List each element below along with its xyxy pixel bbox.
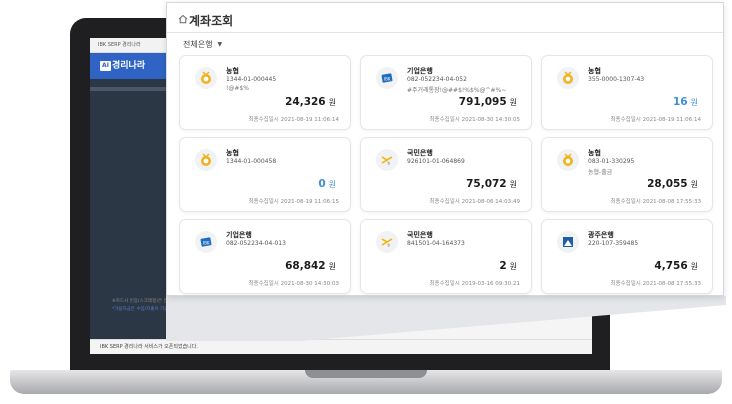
account-memo: 농협-출금 xyxy=(588,169,613,176)
ai-badge: AI xyxy=(100,61,111,71)
account-card[interactable]: b 국민은행 926101-01-064869 75,072 원 최종수집일시 2… xyxy=(360,137,532,212)
account-card[interactable]: 광주은행 220-107-359485 4,756 원 최종수집일시 2021-0… xyxy=(541,219,713,294)
last-updated: 최종수집일시 2021-08-19 11:06:14 xyxy=(610,117,701,123)
account-number: 082-052234-04-013 xyxy=(226,240,286,247)
bank-name: 농협 xyxy=(588,67,601,75)
account-number: 355-0000-1307-43 xyxy=(588,76,645,83)
account-card[interactable]: 농협 1344-01-000458 0원 최종수집일시 2021-08-19 1… xyxy=(179,137,351,212)
last-updated: 최종수집일시 2021-08-30 14:30:03 xyxy=(248,281,339,287)
balance: 2원 xyxy=(499,260,517,272)
bank-filter-dropdown[interactable]: 전체은행 ▼ xyxy=(183,39,222,50)
balance: 24,326 원 xyxy=(285,96,336,108)
bank-name: 기업은행 xyxy=(407,67,433,75)
panel-header: 계좌조회 xyxy=(167,3,723,33)
status-bar: IBK SERP 경리나라 서비스가 오픈되었습니다. xyxy=(90,339,592,354)
kb-bank-icon: b xyxy=(376,231,398,253)
balance: 75,072 원 xyxy=(466,178,517,190)
home-icon xyxy=(178,14,188,24)
kb-bank-icon: b xyxy=(376,149,398,171)
app-sidebar: AI 경리나라 xyxy=(90,53,166,339)
kj-bank-icon xyxy=(557,231,579,253)
account-card[interactable]: IBK 기업은행 082-052234-04-013 68,842 원 최종수집일… xyxy=(179,219,351,294)
bank-filter-label: 전체은행 xyxy=(183,40,213,49)
balance: 16 원 xyxy=(673,96,698,108)
balance: 0원 xyxy=(318,178,336,190)
account-number: 220-107-359485 xyxy=(588,240,639,247)
bank-name: 농협 xyxy=(226,149,239,157)
last-updated: 최종수집일시 2021-08-08 17:55:33 xyxy=(610,199,701,205)
svg-text:IBK: IBK xyxy=(203,241,210,246)
bank-name: 기업은행 xyxy=(226,231,252,239)
nh-bank-icon xyxy=(557,149,579,171)
balance: 68,842 원 xyxy=(285,260,336,272)
account-number: 082-052234-04-052 xyxy=(407,76,467,83)
last-updated: 최종수집일시 2021-08-30 14:30:05 xyxy=(429,117,520,123)
account-memo: #주거래통장!@##$!%$%@^#%~ xyxy=(407,87,507,94)
account-inquiry-panel: 계좌조회 전체은행 ▼ 농협 1344-01-000445 !@#$% 24,3… xyxy=(166,2,724,296)
account-card[interactable]: b 국민은행 841501-04-164373 2원 최종수집일시 2019-0… xyxy=(360,219,532,294)
account-memo: !@#$% xyxy=(226,85,249,92)
nh-bank-icon xyxy=(195,149,217,171)
svg-text:IBK: IBK xyxy=(384,77,391,82)
bank-name: 광주은행 xyxy=(588,231,614,239)
ibk-bank-icon: IBK xyxy=(195,231,217,253)
sidebar-menu-bar[interactable] xyxy=(90,87,166,91)
balance: 791,095 원 xyxy=(458,96,517,108)
last-updated: 최종수집일시 2019-03-16 09:30:21 xyxy=(429,281,520,287)
account-card[interactable]: 농협 355-0000-1307-43 16 원 최종수집일시 2021-08-1… xyxy=(541,55,713,130)
app-logo[interactable]: AI 경리나라 xyxy=(90,53,166,79)
svg-text:b: b xyxy=(388,161,391,166)
last-updated: 최종수집일시 2021-08-19 11:06:14 xyxy=(248,117,339,123)
brand-name: 경리나라 xyxy=(112,61,146,71)
account-number: 926101-01-064869 xyxy=(407,158,465,165)
account-card[interactable]: 농협 083-01-330295 농협-출금 28,055 원 최종수집일시 20… xyxy=(541,137,713,212)
account-number: 1344-01-000458 xyxy=(226,158,277,165)
balance: 4,756 원 xyxy=(654,260,698,272)
page-title: 계좌조회 xyxy=(189,14,234,28)
last-updated: 최종수집일시 2021-08-08 17:55:33 xyxy=(610,281,701,287)
laptop-notch xyxy=(305,370,427,378)
account-number: 083-01-330295 xyxy=(588,158,635,165)
account-number: 841501-04-164373 xyxy=(407,240,465,247)
account-card[interactable]: IBK 기업은행 082-052234-04-052 #주거래통장!@##$!%… xyxy=(360,55,532,130)
nh-bank-icon xyxy=(195,67,217,89)
svg-text:b: b xyxy=(388,243,391,248)
bank-name: 농협 xyxy=(588,149,601,157)
last-updated: 최종수집일시 2021-08-06 14:03:49 xyxy=(429,199,520,205)
bank-name: 국민은행 xyxy=(407,149,433,157)
chevron-down-icon: ▼ xyxy=(217,41,223,48)
ibk-bank-icon: IBK xyxy=(376,67,398,89)
balance: 28,055 원 xyxy=(647,178,698,190)
nh-bank-icon xyxy=(557,67,579,89)
account-number: 1344-01-000445 xyxy=(226,76,277,83)
bank-name: 농협 xyxy=(226,67,239,75)
bank-name: 국민은행 xyxy=(407,231,433,239)
last-updated: 최종수집일시 2021-08-19 11:06:15 xyxy=(248,199,339,205)
account-card[interactable]: 농협 1344-01-000445 !@#$% 24,326 원 최종수집일시 2… xyxy=(179,55,351,130)
